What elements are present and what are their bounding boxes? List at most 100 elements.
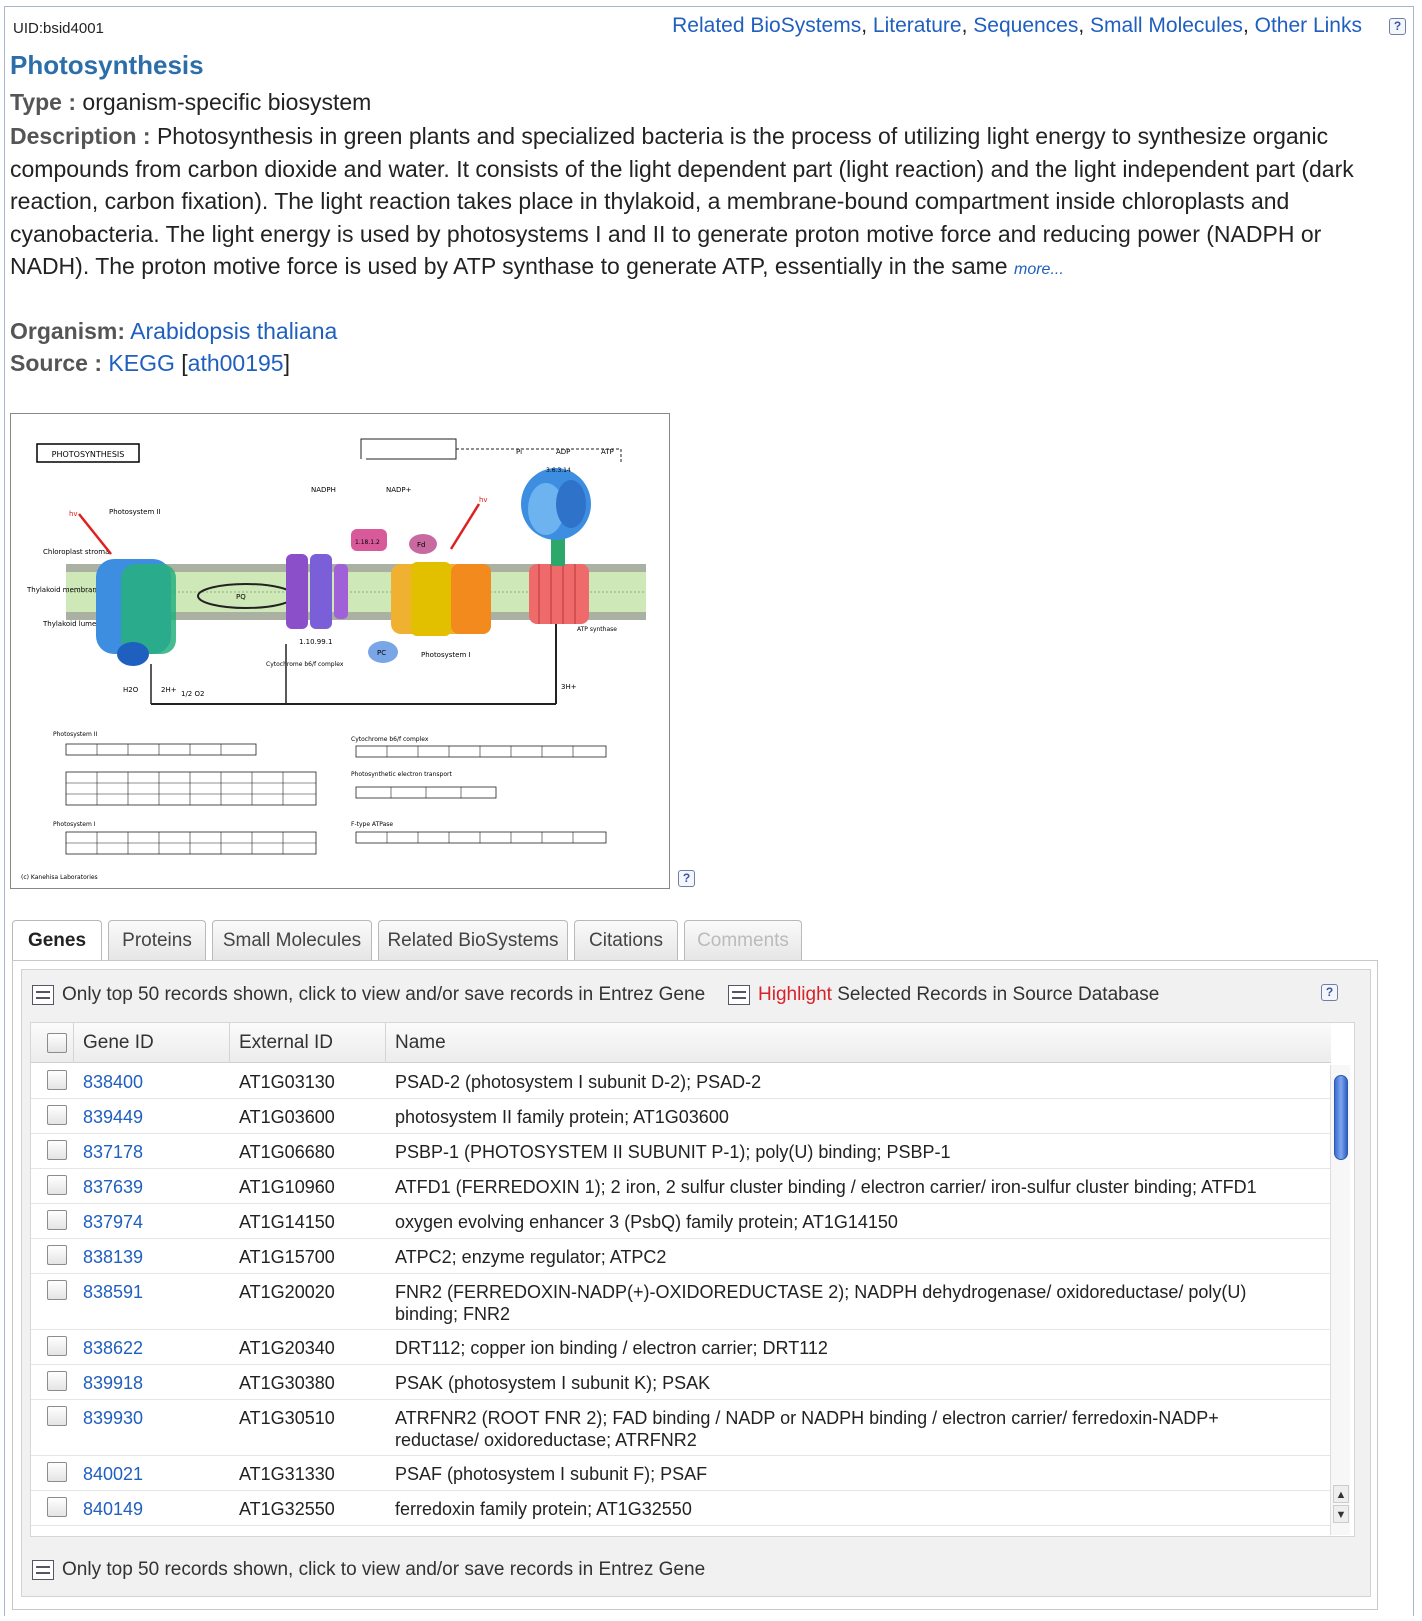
highlight-rest: Selected Records in Source Database xyxy=(831,984,1160,1005)
more-link[interactable]: more... xyxy=(1014,261,1064,278)
row-checkbox[interactable] xyxy=(47,1070,67,1090)
gene-id-link[interactable]: 839918 xyxy=(83,1372,143,1394)
gene-id-link[interactable]: 840021 xyxy=(83,1463,143,1485)
scroll-down-icon[interactable]: ▼ xyxy=(1333,1505,1349,1523)
svg-text:Photosystem I: Photosystem I xyxy=(53,821,96,828)
organism-link[interactable]: Arabidopsis thaliana xyxy=(130,318,337,344)
genes-panel: Only top 50 records shown, click to view… xyxy=(12,960,1378,1610)
genes-grid-container: Only top 50 records shown, click to view… xyxy=(21,969,1371,1597)
svg-text:1/2 O2: 1/2 O2 xyxy=(181,690,204,698)
link-sequences[interactable]: Sequences xyxy=(973,14,1078,37)
grid-help-icon[interactable]: ? xyxy=(1321,984,1338,1001)
gene-id-link[interactable]: 840149 xyxy=(83,1498,143,1520)
svg-text:1.18.1.2: 1.18.1.2 xyxy=(355,539,380,546)
source-label: Source : xyxy=(10,350,103,376)
table-row: 838400 AT1G03130 PSAD-2 (photosystem I s… xyxy=(31,1064,1331,1099)
row-checkbox[interactable] xyxy=(47,1245,67,1265)
gene-id-link[interactable]: 837178 xyxy=(83,1141,143,1163)
diagram-help-icon[interactable]: ? xyxy=(678,870,695,887)
row-checkbox[interactable] xyxy=(47,1462,67,1482)
header-external-id[interactable]: External ID xyxy=(239,1023,333,1063)
diagram-title: PHOTOSYNTHESIS xyxy=(52,450,125,459)
tab-citations[interactable]: Citations xyxy=(574,920,678,960)
gene-id-link[interactable]: 837974 xyxy=(83,1211,143,1233)
list-icon xyxy=(32,984,54,1005)
gene-id-link[interactable]: 838591 xyxy=(83,1281,143,1303)
row-checkbox[interactable] xyxy=(47,1336,67,1356)
external-id: AT1G03600 xyxy=(239,1107,335,1127)
source-id-link[interactable]: ath00195 xyxy=(188,350,284,376)
footer-view-in-entrez-gene[interactable]: Only top 50 records shown, click to view… xyxy=(32,1559,705,1581)
gene-name: ATPC2; enzyme regulator; ATPC2 xyxy=(395,1247,667,1267)
header-gene-id[interactable]: Gene ID xyxy=(83,1023,154,1063)
gene-name: PSAF (photosystem I subunit F); PSAF xyxy=(395,1464,708,1484)
row-checkbox[interactable] xyxy=(47,1210,67,1230)
grid-toolbar: Only top 50 records shown, click to view… xyxy=(22,970,1370,1020)
link-other-links[interactable]: Other Links xyxy=(1255,14,1362,37)
table-row: 837639 AT1G10960 ATFD1 (FERREDOXIN 1); 2… xyxy=(31,1169,1331,1204)
pathway-diagram[interactable]: PHOTOSYNTHESIS Chloroplast stroma Thylak… xyxy=(10,413,670,889)
external-id: AT1G14150 xyxy=(239,1212,335,1232)
table-scrollbar[interactable]: ▲ ▼ xyxy=(1330,1065,1350,1535)
tab-comments: Comments xyxy=(684,920,802,960)
organism-label: Organism: xyxy=(10,318,126,344)
table-row: 839930 AT1G30510 ATRFNR2 (ROOT FNR 2); F… xyxy=(31,1400,1331,1456)
table-row: 838622 AT1G20340 DRT112; copper ion bind… xyxy=(31,1330,1331,1365)
row-checkbox[interactable] xyxy=(47,1406,67,1426)
row-checkbox[interactable] xyxy=(47,1140,67,1160)
tab-proteins[interactable]: Proteins xyxy=(108,920,206,960)
svg-text:hv: hv xyxy=(69,510,78,518)
gene-name: PSAD-2 (photosystem I subunit D-2); PSAD… xyxy=(395,1072,762,1092)
row-checkbox[interactable] xyxy=(47,1105,67,1125)
view-in-entrez-gene[interactable]: Only top 50 records shown, click to view… xyxy=(32,984,705,1006)
grid-footer: Only top 50 records shown, click to view… xyxy=(22,1545,1370,1593)
gene-id-link[interactable]: 839930 xyxy=(83,1407,143,1429)
svg-text:H2O: H2O xyxy=(123,686,139,694)
type-value: organism-specific biosystem xyxy=(82,89,372,115)
row-checkbox[interactable] xyxy=(47,1175,67,1195)
tab-genes[interactable]: Genes xyxy=(12,920,102,961)
svg-text:Photosystem I: Photosystem I xyxy=(421,651,471,659)
gene-id-link[interactable]: 837639 xyxy=(83,1176,143,1198)
table-body: 838400 AT1G03130 PSAD-2 (photosystem I s… xyxy=(31,1064,1331,1526)
header-name[interactable]: Name xyxy=(395,1023,446,1063)
svg-text:PC: PC xyxy=(377,649,386,657)
tab-related-biosystems[interactable]: Related BioSystems xyxy=(378,920,568,960)
link-literature[interactable]: Literature xyxy=(873,14,962,37)
svg-text:1.10.99.1: 1.10.99.1 xyxy=(299,638,332,646)
svg-text:NADPH: NADPH xyxy=(311,486,336,494)
gene-name: DRT112; copper ion binding / electron ca… xyxy=(395,1338,828,1358)
table-row: 837178 AT1G06680 PSBP-1 (PHOTOSYSTEM II … xyxy=(31,1134,1331,1169)
gene-id-link[interactable]: 838139 xyxy=(83,1246,143,1268)
gene-id-link[interactable]: 838400 xyxy=(83,1071,143,1093)
table-row: 840021 AT1G31330 PSAF (photosystem I sub… xyxy=(31,1456,1331,1491)
external-id: AT1G20340 xyxy=(239,1338,335,1358)
select-all-checkbox[interactable] xyxy=(47,1033,67,1053)
svg-text:Photosystem II: Photosystem II xyxy=(53,731,97,738)
source-db-link[interactable]: KEGG xyxy=(108,350,174,376)
svg-text:ATP synthase: ATP synthase xyxy=(577,626,617,633)
description: Description : Photosynthesis in green pl… xyxy=(10,120,1405,287)
table-header: Gene ID External ID Name xyxy=(31,1023,1331,1063)
organism-line: Organism: Arabidopsis thaliana xyxy=(10,318,337,345)
external-id: AT1G30510 xyxy=(239,1408,335,1428)
link-related-biosystems[interactable]: Related BioSystems xyxy=(672,14,861,37)
table-row: 837974 AT1G14150 oxygen evolving enhance… xyxy=(31,1204,1331,1239)
gene-name: PSAK (photosystem I subunit K); PSAK xyxy=(395,1373,711,1393)
help-icon[interactable]: ? xyxy=(1389,18,1406,35)
scroll-up-icon[interactable]: ▲ xyxy=(1333,1485,1349,1503)
gene-id-link[interactable]: 838622 xyxy=(83,1337,143,1359)
genes-table: Gene ID External ID Name 838400 AT1G0313… xyxy=(30,1022,1355,1537)
external-id: AT1G31330 xyxy=(239,1464,335,1484)
scrollbar-thumb[interactable] xyxy=(1334,1075,1348,1160)
gene-name: ATRFNR2 (ROOT FNR 2); FAD binding / NADP… xyxy=(395,1408,1219,1450)
highlight-in-source-db[interactable]: Highlight Selected Records in Source Dat… xyxy=(728,984,1159,1006)
svg-text:Fd: Fd xyxy=(417,541,425,549)
row-checkbox[interactable] xyxy=(47,1371,67,1391)
row-checkbox[interactable] xyxy=(47,1497,67,1517)
svg-text:NADP+: NADP+ xyxy=(386,486,412,494)
tab-small-molecules[interactable]: Small Molecules xyxy=(212,920,372,960)
row-checkbox[interactable] xyxy=(47,1280,67,1300)
gene-id-link[interactable]: 839449 xyxy=(83,1106,143,1128)
link-small-molecules[interactable]: Small Molecules xyxy=(1090,14,1243,37)
